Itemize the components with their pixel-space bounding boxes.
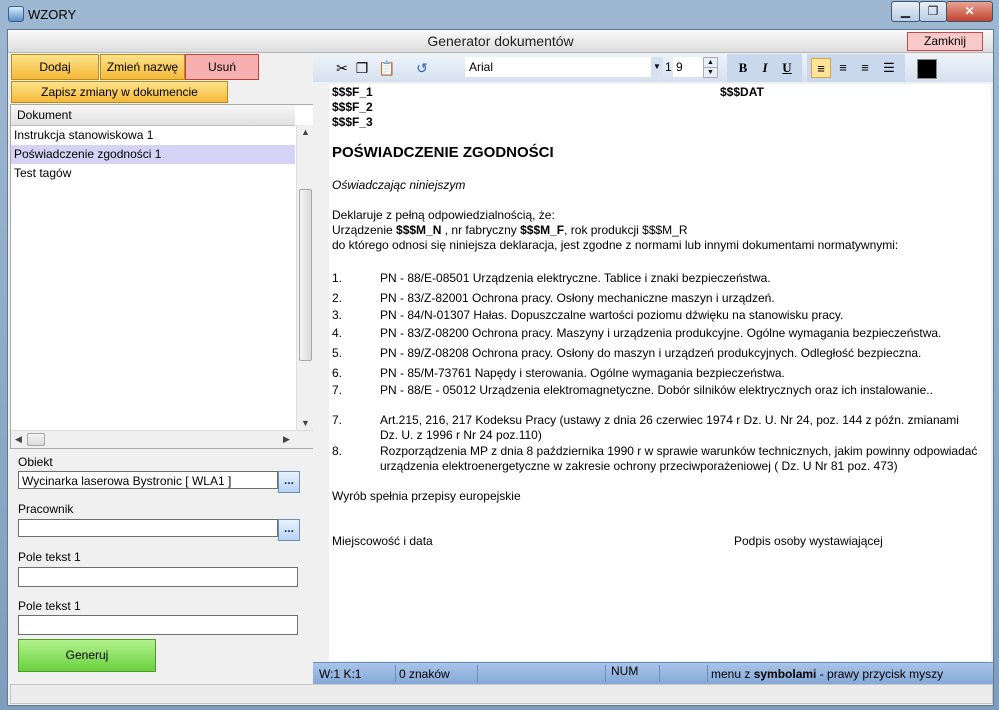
char-count: 0 znaków bbox=[399, 667, 450, 681]
declaration-line-1: Deklaruje z pełną odpowiedzialnością, że… bbox=[332, 208, 555, 222]
list-item-number: 8. bbox=[332, 444, 343, 458]
font-size-prefix: 1 bbox=[665, 60, 672, 74]
title-bar[interactable]: WZORY ▁ ❐ ✕ bbox=[0, 0, 999, 28]
list-item-number: 7. bbox=[332, 383, 343, 397]
num-lock-indicator: NUM bbox=[611, 664, 639, 678]
eu-compliance-text: Wyrób spełnia przepisy europejskie bbox=[332, 489, 521, 503]
editor-toolbar: ✂ ❐ 📋 ↺ Arial ▼ 1 9 ▲ ▼ B I U ≡ ≡ ≡ ☰ bbox=[313, 54, 993, 82]
list-item-text: PN - 83/Z-08200 Ochrona pracy. Maszyny i… bbox=[380, 326, 942, 340]
close-window-button[interactable]: ✕ bbox=[946, 1, 993, 22]
save-changes-button[interactable]: Zapisz zmiany w dokumencie bbox=[11, 81, 228, 103]
list-item-number: 4. bbox=[332, 326, 343, 340]
pole-tekst-1-field[interactable] bbox=[18, 567, 298, 587]
list-item-text: Dz. U. z 1996 r Nr 24 poz.110) bbox=[380, 428, 542, 442]
declaration-line-2: Urządzenie $$$M_N , nr fabryczny $$$M_F,… bbox=[332, 223, 688, 237]
add-button[interactable]: Dodaj bbox=[11, 54, 99, 80]
list-header-label: Dokument bbox=[17, 108, 72, 122]
list-item-text: PN - 84/N-01307 Hałas. Dopuszczalne wart… bbox=[380, 308, 844, 322]
align-center-icon[interactable]: ≡ bbox=[833, 58, 853, 78]
list-item-text: Art.215, 216, 217 Kodeksu Pracy (ustawy … bbox=[380, 413, 959, 427]
italic-button[interactable]: I bbox=[755, 58, 775, 78]
status-bar: W:1 K:1 0 znaków NUM menu z symbolami - … bbox=[313, 662, 993, 684]
header-bar: Generator dokumentów Zamknij bbox=[8, 30, 993, 53]
font-select[interactable]: Arial bbox=[465, 57, 658, 77]
cut-icon[interactable]: ✂ bbox=[333, 59, 351, 77]
pracownik-browse-button[interactable]: ... bbox=[278, 519, 300, 541]
list-item-text: PN - 88/E - 05012 Urządzenia elektromagn… bbox=[380, 383, 933, 397]
status-hint: menu z symbolami - prawy przycisk myszy bbox=[711, 667, 944, 681]
pracownik-label: Pracownik bbox=[18, 502, 74, 516]
bold-button[interactable]: B bbox=[733, 58, 753, 78]
list-item-text: urządzenia elektroenergetyczne w zakresi… bbox=[380, 459, 898, 473]
list-item[interactable]: Instrukcja stanowiskowa 1 bbox=[11, 126, 295, 145]
underline-button[interactable]: U bbox=[777, 58, 797, 78]
document-heading: POŚWIADCZENIE ZGODNOŚCI bbox=[332, 144, 554, 161]
list-item-text: Rozporządzenia MP z dnia 8 października … bbox=[380, 444, 978, 458]
tag-date: $$$DAT bbox=[720, 85, 764, 99]
window-title: WZORY bbox=[28, 7, 77, 22]
bottom-bar bbox=[10, 684, 993, 704]
chevron-down-icon[interactable]: ▼ bbox=[651, 57, 663, 77]
pracownik-field[interactable] bbox=[18, 519, 278, 537]
declaration-line-3: do którego odnosi się niniejsza deklarac… bbox=[332, 238, 899, 252]
horizontal-scroll-thumb[interactable] bbox=[27, 433, 45, 446]
text-style-group: B I U bbox=[727, 54, 802, 82]
cursor-position: W:1 K:1 bbox=[319, 667, 362, 681]
pole-tekst-label: Pole tekst 1 bbox=[18, 550, 81, 564]
alignment-group: ≡ ≡ ≡ ☰ bbox=[807, 54, 905, 82]
minimize-button[interactable]: ▁ bbox=[891, 1, 920, 22]
obiekt-label: Obiekt bbox=[18, 455, 53, 469]
vertical-scrollbar[interactable]: ▲ ▼ bbox=[296, 125, 313, 430]
page-title: Generator dokumentów bbox=[427, 33, 574, 49]
pole-tekst-label: Pole tekst 1 bbox=[18, 599, 81, 613]
app-icon bbox=[8, 6, 24, 22]
list-item[interactable]: Test tagów bbox=[11, 164, 295, 183]
maximize-button[interactable]: ❐ bbox=[919, 1, 947, 22]
align-right-icon[interactable]: ≡ bbox=[855, 58, 875, 78]
list-item-number: 1. bbox=[332, 271, 343, 285]
undo-icon[interactable]: ↺ bbox=[413, 59, 431, 77]
tag-f2: $$$F_2 bbox=[332, 100, 373, 114]
list-item-number: 3. bbox=[332, 308, 343, 322]
list-item-number: 5. bbox=[332, 346, 343, 360]
signature-label: Podpis osoby wystawiającej bbox=[734, 534, 883, 548]
list-header[interactable]: Dokument bbox=[11, 105, 295, 126]
text-color-swatch[interactable] bbox=[917, 59, 937, 79]
list-item-number: 2. bbox=[332, 291, 343, 305]
delete-button[interactable]: Usuń bbox=[185, 54, 259, 80]
pole-tekst-2-field[interactable] bbox=[18, 615, 298, 635]
list-item[interactable]: Poświadczenie zgodności 1 bbox=[11, 145, 295, 164]
document-intro: Oświadczając niniejszym bbox=[332, 178, 466, 192]
scroll-left-arrow-icon[interactable]: ◀ bbox=[15, 434, 22, 445]
editor-ruler bbox=[313, 84, 329, 661]
obiekt-browse-button[interactable]: ... bbox=[278, 471, 300, 493]
document-editor[interactable]: $$$F_1 $$$F_2 $$$F_3 $$$DAT POŚWIADCZENI… bbox=[329, 84, 991, 661]
tag-f1: $$$F_1 bbox=[332, 85, 373, 99]
main-panel: Generator dokumentów Zamknij Dodaj Zmień… bbox=[7, 29, 994, 706]
vertical-scroll-thumb[interactable] bbox=[299, 189, 312, 361]
align-left-icon[interactable]: ≡ bbox=[811, 58, 831, 78]
tag-f3: $$$F_3 bbox=[332, 115, 373, 129]
copy-icon[interactable]: ❐ bbox=[353, 59, 371, 77]
list-item-number: 7. bbox=[332, 413, 343, 427]
scroll-up-arrow-icon[interactable]: ▲ bbox=[301, 127, 310, 137]
list-item-text: PN - 85/M-73761 Napędy i sterowania. Ogó… bbox=[380, 366, 785, 380]
list-item-text: PN - 89/Z-08208 Ochrona pracy. Osłony do… bbox=[380, 346, 922, 360]
list-item-number: 6. bbox=[332, 366, 343, 380]
list-item-text: PN - 88/E-08501 Urządzenia elektryczne. … bbox=[380, 271, 771, 285]
generate-button[interactable]: Generuj bbox=[18, 639, 156, 672]
app-window: WZORY ▁ ❐ ✕ Generator dokumentów Zamknij… bbox=[0, 0, 999, 710]
scroll-down-arrow-icon[interactable]: ▼ bbox=[301, 418, 310, 428]
spin-down-icon[interactable]: ▼ bbox=[703, 67, 718, 78]
obiekt-field[interactable]: Wycinarka laserowa Bystronic [ WLA1 ] bbox=[18, 471, 278, 489]
place-date-label: Miejscowość i data bbox=[332, 534, 433, 548]
horizontal-scrollbar[interactable]: ◀ ▶ bbox=[11, 430, 313, 448]
rename-button[interactable]: Zmień nazwę bbox=[100, 54, 185, 80]
scroll-right-arrow-icon[interactable]: ▶ bbox=[283, 434, 290, 445]
list-item-text: PN - 83/Z-82001 Ochrona pracy. Osłony me… bbox=[380, 291, 775, 305]
close-app-button[interactable]: Zamknij bbox=[907, 32, 983, 51]
bullet-list-icon[interactable]: ☰ bbox=[879, 58, 899, 78]
paste-icon[interactable]: 📋 bbox=[378, 59, 396, 77]
document-list[interactable]: Dokument Instrukcja stanowiskowa 1 Poświ… bbox=[10, 104, 314, 449]
